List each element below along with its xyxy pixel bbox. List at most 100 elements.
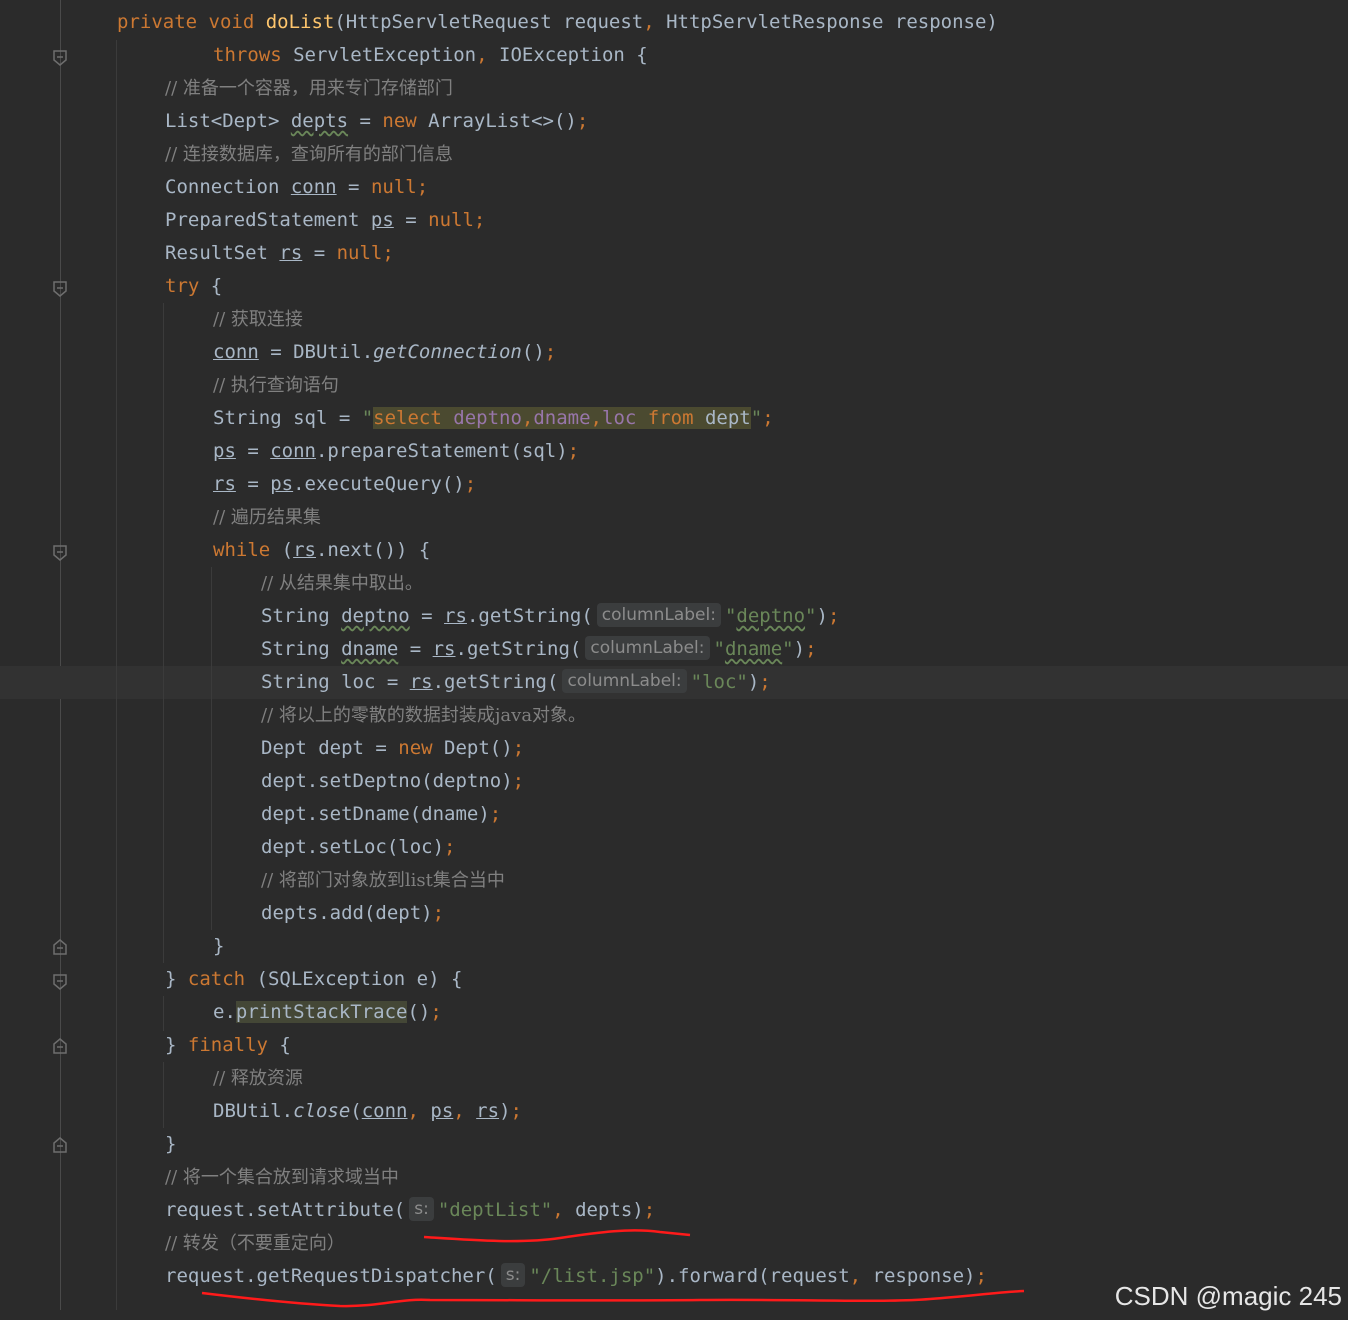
code-line[interactable]: request.setAttribute(s: "deptList", depts… — [165, 1194, 655, 1227]
fold-icon[interactable] — [53, 974, 67, 990]
code-token: } — [165, 1133, 177, 1155]
code-token: "deptList" — [437, 1199, 553, 1221]
code-token: HttpServletResponse response) — [666, 11, 998, 33]
code-line[interactable]: DBUtil.close(conn, ps, rs); — [213, 1095, 522, 1128]
code-line[interactable]: // 将一个集合放到请求域当中 — [165, 1161, 399, 1194]
code-line[interactable]: conn = DBUtil.getConnection(); — [213, 336, 556, 369]
code-token: conn — [213, 341, 259, 363]
code-line[interactable]: e.printStackTrace(); — [213, 996, 442, 1029]
code-token: " — [724, 605, 737, 627]
code-token: null; — [336, 242, 394, 264]
fold-end-icon[interactable] — [53, 1038, 67, 1054]
code-line[interactable]: dept.setLoc(loc); — [261, 831, 455, 864]
code-line[interactable]: // 转发（不要重定向） — [165, 1227, 345, 1260]
code-line[interactable]: // 执行查询语句 — [213, 369, 339, 402]
code-line[interactable]: // 将部门对象放到list集合当中 — [261, 864, 505, 897]
code-line[interactable]: Dept dept = new Dept(); — [261, 732, 524, 765]
code-token: dept.setDname(dname) — [261, 803, 490, 825]
indent-guide — [163, 1062, 164, 1128]
code-token: ) — [499, 1100, 511, 1122]
code-token: ).forward(request — [655, 1265, 850, 1287]
code-token: } — [165, 1034, 188, 1056]
code-token: () — [521, 341, 545, 363]
code-line[interactable]: String sql = "select deptno,dname,loc fr… — [213, 402, 774, 435]
fold-icon[interactable] — [53, 50, 67, 66]
code-token: catch — [187, 968, 257, 990]
code-token: request.getRequestDispatcher( — [165, 1265, 497, 1287]
code-line[interactable]: String deptno = rs.getString(columnLabel… — [261, 600, 839, 633]
code-token: rs — [409, 671, 433, 693]
fold-end-icon[interactable] — [53, 1137, 67, 1153]
code-token: { — [279, 1034, 291, 1056]
code-token: ( — [350, 1100, 362, 1122]
code-line[interactable]: // 获取连接 — [213, 303, 303, 336]
code-line[interactable]: } — [213, 930, 224, 963]
code-token: " — [805, 605, 817, 627]
code-comment: // 将以上的零散的数据封装成java对象。 — [261, 705, 587, 726]
code-token: " — [782, 638, 794, 660]
code-line[interactable]: String dname = rs.getString(columnLabel:… — [261, 633, 817, 666]
code-line[interactable]: // 遍历结果集 — [213, 501, 321, 534]
code-token: ; — [805, 638, 817, 660]
code-token: depts — [290, 110, 349, 132]
code-line[interactable]: ps = conn.prepareStatement(sql); — [213, 435, 579, 468]
code-token: = — [336, 176, 371, 198]
code-token: deptno — [736, 605, 806, 627]
code-token: PreparedStatement — [165, 209, 371, 231]
code-line[interactable]: ResultSet rs = null; — [165, 237, 394, 270]
code-token: rs — [444, 605, 467, 627]
code-line[interactable]: // 从结果集中取出。 — [261, 567, 423, 600]
code-token: , — [453, 1100, 477, 1122]
code-token: = — [348, 110, 383, 132]
code-line[interactable]: try { — [165, 270, 222, 303]
code-line[interactable]: } — [165, 1128, 176, 1161]
code-line[interactable]: String loc = rs.getString(columnLabel: "l… — [261, 666, 771, 699]
code-token: new — [398, 737, 445, 759]
code-token: request.setAttribute( — [165, 1199, 406, 1221]
code-token: rs — [432, 638, 456, 660]
code-token: ; — [827, 605, 840, 627]
code-token: rs — [293, 539, 316, 561]
code-token: close — [293, 1100, 351, 1122]
code-line[interactable]: // 准备一个容器，用来专门存储部门 — [165, 72, 453, 105]
code-token: select — [373, 407, 454, 429]
code-line[interactable]: // 连接数据库，查询所有的部门信息 — [165, 138, 453, 171]
code-line[interactable]: throws ServletException, IOException { — [213, 39, 648, 72]
fold-icon[interactable] — [53, 281, 67, 297]
code-token: ServletException — [293, 44, 477, 66]
code-token: ps — [213, 440, 236, 462]
code-token: ; — [762, 407, 774, 429]
code-line[interactable]: } finally { — [165, 1029, 291, 1062]
parameter-hint: columnLabel: — [562, 669, 687, 693]
code-token: getConnection — [373, 341, 522, 363]
code-token: ; — [567, 440, 580, 462]
code-token: printStackTrace — [235, 1001, 408, 1023]
code-token: ; — [432, 902, 445, 924]
code-token: try — [165, 275, 211, 297]
code-token: ps — [270, 473, 294, 495]
code-line[interactable]: while (rs.next()) { — [213, 534, 430, 567]
code-line[interactable]: request.getRequestDispatcher(s: "/list.js… — [165, 1260, 987, 1293]
code-line[interactable]: // 将以上的零散的数据封装成java对象。 — [261, 699, 586, 732]
code-token: ( — [281, 539, 294, 561]
code-token: throws — [213, 44, 294, 66]
code-comment: // 获取连接 — [213, 309, 303, 330]
code-line[interactable]: PreparedStatement ps = null; — [165, 204, 485, 237]
code-token: { — [210, 275, 223, 297]
code-token: ; — [643, 1199, 656, 1221]
code-line[interactable]: dept.setDname(dname); — [261, 798, 501, 831]
code-line[interactable]: rs = ps.executeQuery(); — [213, 468, 476, 501]
fold-end-icon[interactable] — [53, 939, 67, 955]
fold-icon[interactable] — [53, 545, 67, 561]
code-line[interactable]: // 释放资源 — [213, 1062, 303, 1095]
code-token: dname — [341, 638, 399, 660]
code-comment: // 执行查询语句 — [213, 375, 339, 396]
code-line[interactable]: dept.setDeptno(deptno); — [261, 765, 524, 798]
code-token: IOException { — [499, 44, 648, 66]
code-line[interactable]: private void doList(HttpServletRequest r… — [117, 6, 998, 39]
code-line[interactable]: List<Dept> depts = new ArrayList<>(); — [165, 105, 588, 138]
code-line[interactable]: } catch (SQLException e) { — [165, 963, 462, 996]
code-line[interactable]: Connection conn = null; — [165, 171, 428, 204]
code-line[interactable]: depts.add(dept); — [261, 897, 444, 930]
code-comment: // 转发（不要重定向） — [165, 1233, 345, 1254]
